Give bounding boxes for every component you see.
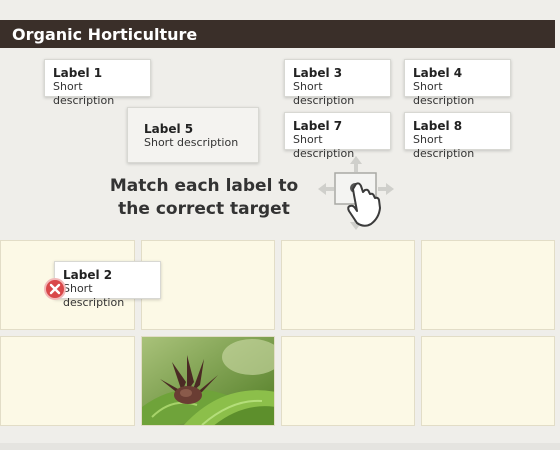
label-card-title: Label 1 [53,66,103,80]
incorrect-badge [44,278,66,300]
label-card-8[interactable]: Label 8 Short description [404,112,511,160]
label-card-1[interactable]: Label 1 Short description [44,59,151,107]
label-card-5[interactable]: Label 5 Short description [127,107,259,163]
label-card-title: Label 2 [63,268,113,282]
hand-drag-icon [318,156,394,230]
drop-target-4[interactable] [421,240,555,330]
label-card-title: Label 3 [293,66,343,80]
label-card-7[interactable]: Label 7 Short description [284,112,391,160]
page-title-text: Organic Horticulture [12,24,198,44]
label-card-title: Label 7 [293,119,343,133]
drop-target-plant-image[interactable] [141,336,275,426]
label-card-4[interactable]: Label 4 Short description [404,59,511,107]
bottom-strip [0,443,560,450]
drop-target-5[interactable] [0,336,135,426]
label-card-description: Short description [53,80,115,107]
label-card-title: Label 8 [413,119,463,133]
page-title: Organic Horticulture [0,20,555,48]
label-card-description: Short description [63,282,125,309]
label-card-2[interactable]: Label 2 Short description [54,261,161,309]
drop-target-2[interactable] [141,240,275,330]
close-icon [49,283,61,295]
label-card-description: Short description [413,133,475,160]
label-card-3[interactable]: Label 3 Short description [284,59,391,107]
drop-target-8[interactable] [421,336,555,426]
plant-image [142,337,274,425]
instruction-line-1: Match each label to [109,176,299,196]
instruction-text: Match each label to the correct target [98,175,310,221]
label-card-description: Short description [293,80,355,107]
label-card-title: Label 4 [413,66,463,80]
label-card-title: Label 5 [144,122,194,136]
label-card-description: Short description [144,136,239,149]
drop-target-7[interactable] [281,336,415,426]
instruction-line-2: the correct target [118,199,290,219]
drop-target-3[interactable] [281,240,415,330]
label-card-description: Short description [413,80,475,107]
